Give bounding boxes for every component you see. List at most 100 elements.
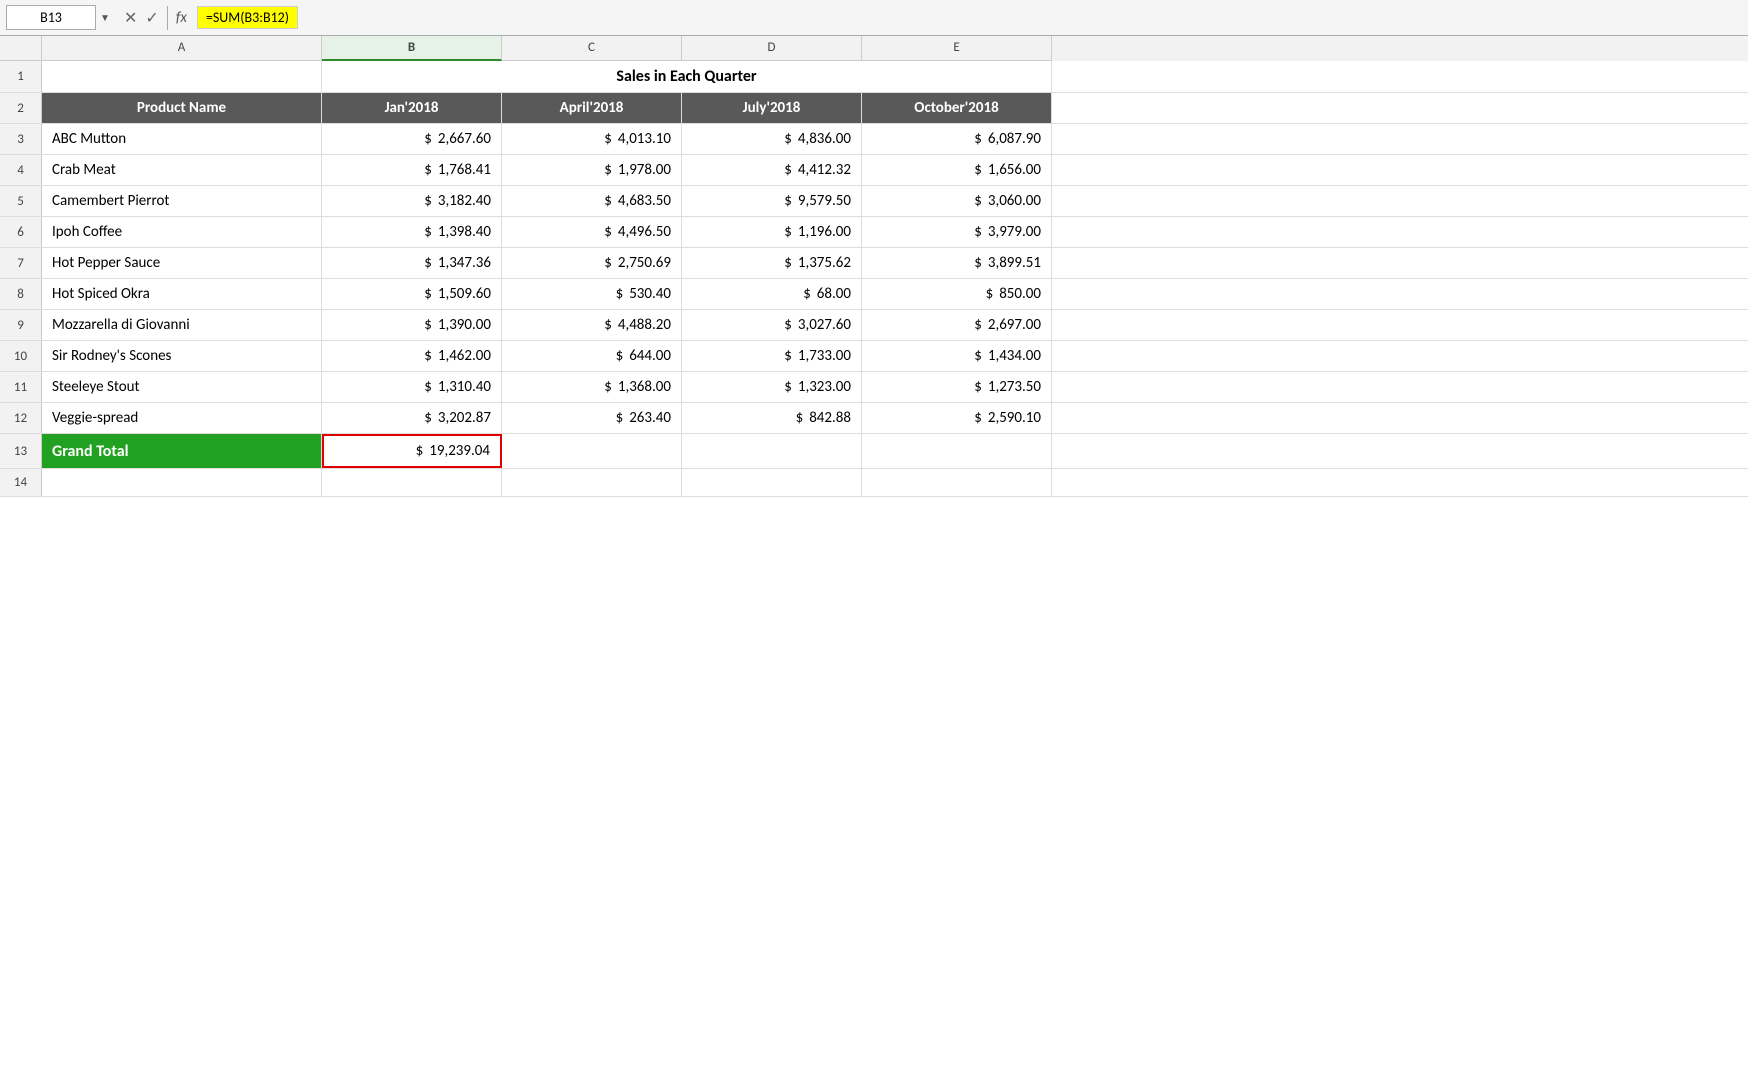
cell-b11[interactable]: $1,310.40	[322, 372, 502, 402]
cell-a9[interactable]: Mozzarella di Giovanni	[42, 310, 322, 340]
cell-d13[interactable]	[682, 434, 862, 468]
col-header-d[interactable]: D	[682, 36, 862, 61]
cell-b6[interactable]: $1,398.40	[322, 217, 502, 247]
row-num-1: 1	[0, 61, 42, 92]
col-header-a[interactable]: A	[42, 36, 322, 61]
cell-c6[interactable]: $4,496.50	[502, 217, 682, 247]
cell-a8[interactable]: Hot Spiced Okra	[42, 279, 322, 309]
cell-b8[interactable]: $1,509.60	[322, 279, 502, 309]
cell-b13-total-value[interactable]: $ 19,239.04	[322, 434, 502, 468]
col-header-c[interactable]: C	[502, 36, 682, 61]
cell-b2[interactable]: Jan'2018	[322, 93, 502, 123]
cell-d7[interactable]: $1,375.62	[682, 248, 862, 278]
cell-a10[interactable]: Sir Rodney's Scones	[42, 341, 322, 371]
cell-b10[interactable]: $1,462.00	[322, 341, 502, 371]
cell-b7[interactable]: $1,347.36	[322, 248, 502, 278]
cell-d12[interactable]: $842.88	[682, 403, 862, 433]
currency-sym-c3: $	[604, 130, 612, 148]
cell-d3[interactable]: $4,836.00	[682, 124, 862, 154]
confirm-icon[interactable]: ✓	[145, 8, 158, 28]
row-num-9: 9	[0, 310, 42, 340]
cell-b3[interactable]: $2,667.60	[322, 124, 502, 154]
cell-a3[interactable]: ABC Mutton	[42, 124, 322, 154]
cell-a4[interactable]: Crab Meat	[42, 155, 322, 185]
formula-input[interactable]: =SUM(B3:B12)	[197, 6, 298, 29]
cell-e8[interactable]: $850.00	[862, 279, 1052, 309]
cell-a5[interactable]: Camembert Pierrot	[42, 186, 322, 216]
cell-c14[interactable]	[502, 469, 682, 496]
cell-c10[interactable]: $644.00	[502, 341, 682, 371]
cell-c5[interactable]: $4,683.50	[502, 186, 682, 216]
row-8: 8 Hot Spiced Okra $1,509.60 $530.40 $68.…	[0, 279, 1748, 310]
cell-c7[interactable]: $2,750.69	[502, 248, 682, 278]
cell-d11[interactable]: $1,323.00	[682, 372, 862, 402]
cell-a6[interactable]: Ipoh Coffee	[42, 217, 322, 247]
cell-a13-grand-total[interactable]: Grand Total	[42, 434, 322, 468]
cell-e3[interactable]: $6,087.90	[862, 124, 1052, 154]
cell-d4[interactable]: $4,412.32	[682, 155, 862, 185]
row-num-5: 5	[0, 186, 42, 216]
cell-e10[interactable]: $1,434.00	[862, 341, 1052, 371]
cancel-icon[interactable]: ✕	[124, 8, 137, 28]
cell-a11[interactable]: Steeleye Stout	[42, 372, 322, 402]
row-num-14: 14	[0, 469, 42, 496]
currency-sym-d3: $	[784, 130, 792, 148]
cell-b9[interactable]: $1,390.00	[322, 310, 502, 340]
col-header-e[interactable]: E	[862, 36, 1052, 61]
cell-e7[interactable]: $3,899.51	[862, 248, 1052, 278]
cell-c9[interactable]: $4,488.20	[502, 310, 682, 340]
cell-e11[interactable]: $1,273.50	[862, 372, 1052, 402]
cell-b4[interactable]: $1,768.41	[322, 155, 502, 185]
cell-d5[interactable]: $9,579.50	[682, 186, 862, 216]
row-6: 6 Ipoh Coffee $1,398.40 $4,496.50 $1,196…	[0, 217, 1748, 248]
cell-c12[interactable]: $263.40	[502, 403, 682, 433]
cell-a1[interactable]	[42, 61, 322, 92]
cell-c3[interactable]: $4,013.10	[502, 124, 682, 154]
row-13: 13 Grand Total $ 19,239.04	[0, 434, 1748, 469]
cell-d14[interactable]	[682, 469, 862, 496]
cell-b12[interactable]: $3,202.87	[322, 403, 502, 433]
row-2: 2 Product Name Jan'2018 April'2018 July'…	[0, 93, 1748, 124]
cell-b5[interactable]: $3,182.40	[322, 186, 502, 216]
row-7: 7 Hot Pepper Sauce $1,347.36 $2,750.69 $…	[0, 248, 1748, 279]
col-header-b[interactable]: B	[322, 36, 502, 61]
cell-d2[interactable]: July'2018	[682, 93, 862, 123]
row-num-2: 2	[0, 93, 42, 123]
cell-e6[interactable]: $3,979.00	[862, 217, 1052, 247]
currency-sym-b3: $	[424, 130, 432, 148]
cell-e2[interactable]: October'2018	[862, 93, 1052, 123]
cell-d8[interactable]: $68.00	[682, 279, 862, 309]
currency-val-b3: 2,667.60	[438, 130, 491, 148]
cell-c13[interactable]	[502, 434, 682, 468]
cell-d6[interactable]: $1,196.00	[682, 217, 862, 247]
cell-b14[interactable]	[322, 469, 502, 496]
cell-c11[interactable]: $1,368.00	[502, 372, 682, 402]
cell-a12[interactable]: Veggie-spread	[42, 403, 322, 433]
cell-c8[interactable]: $530.40	[502, 279, 682, 309]
cell-a7[interactable]: Hot Pepper Sauce	[42, 248, 322, 278]
cell-e12[interactable]: $2,590.10	[862, 403, 1052, 433]
row-num-13: 13	[0, 434, 42, 468]
cell-e14[interactable]	[862, 469, 1052, 496]
row-num-4: 4	[0, 155, 42, 185]
cell-a14[interactable]	[42, 469, 322, 496]
currency-val-c3: 4,013.10	[618, 130, 671, 148]
cell-ref-dropdown[interactable]: ▼	[100, 11, 116, 24]
currency-val-d3: 4,836.00	[798, 130, 851, 148]
cell-reference-box[interactable]: B13	[6, 5, 96, 30]
cell-e5[interactable]: $3,060.00	[862, 186, 1052, 216]
cell-d9[interactable]: $3,027.60	[682, 310, 862, 340]
row-num-3: 3	[0, 124, 42, 154]
row-num-12: 12	[0, 403, 42, 433]
row-num-11: 11	[0, 372, 42, 402]
cell-c4[interactable]: $1,978.00	[502, 155, 682, 185]
cell-a2[interactable]: Product Name	[42, 93, 322, 123]
formula-icons: ✕ ✓	[124, 8, 159, 28]
cell-e4[interactable]: $1,656.00	[862, 155, 1052, 185]
cell-d10[interactable]: $1,733.00	[682, 341, 862, 371]
cell-c2[interactable]: April'2018	[502, 93, 682, 123]
row-10: 10 Sir Rodney's Scones $1,462.00 $644.00…	[0, 341, 1748, 372]
cell-e13[interactable]	[862, 434, 1052, 468]
corner-cell	[0, 36, 42, 61]
cell-e9[interactable]: $2,697.00	[862, 310, 1052, 340]
